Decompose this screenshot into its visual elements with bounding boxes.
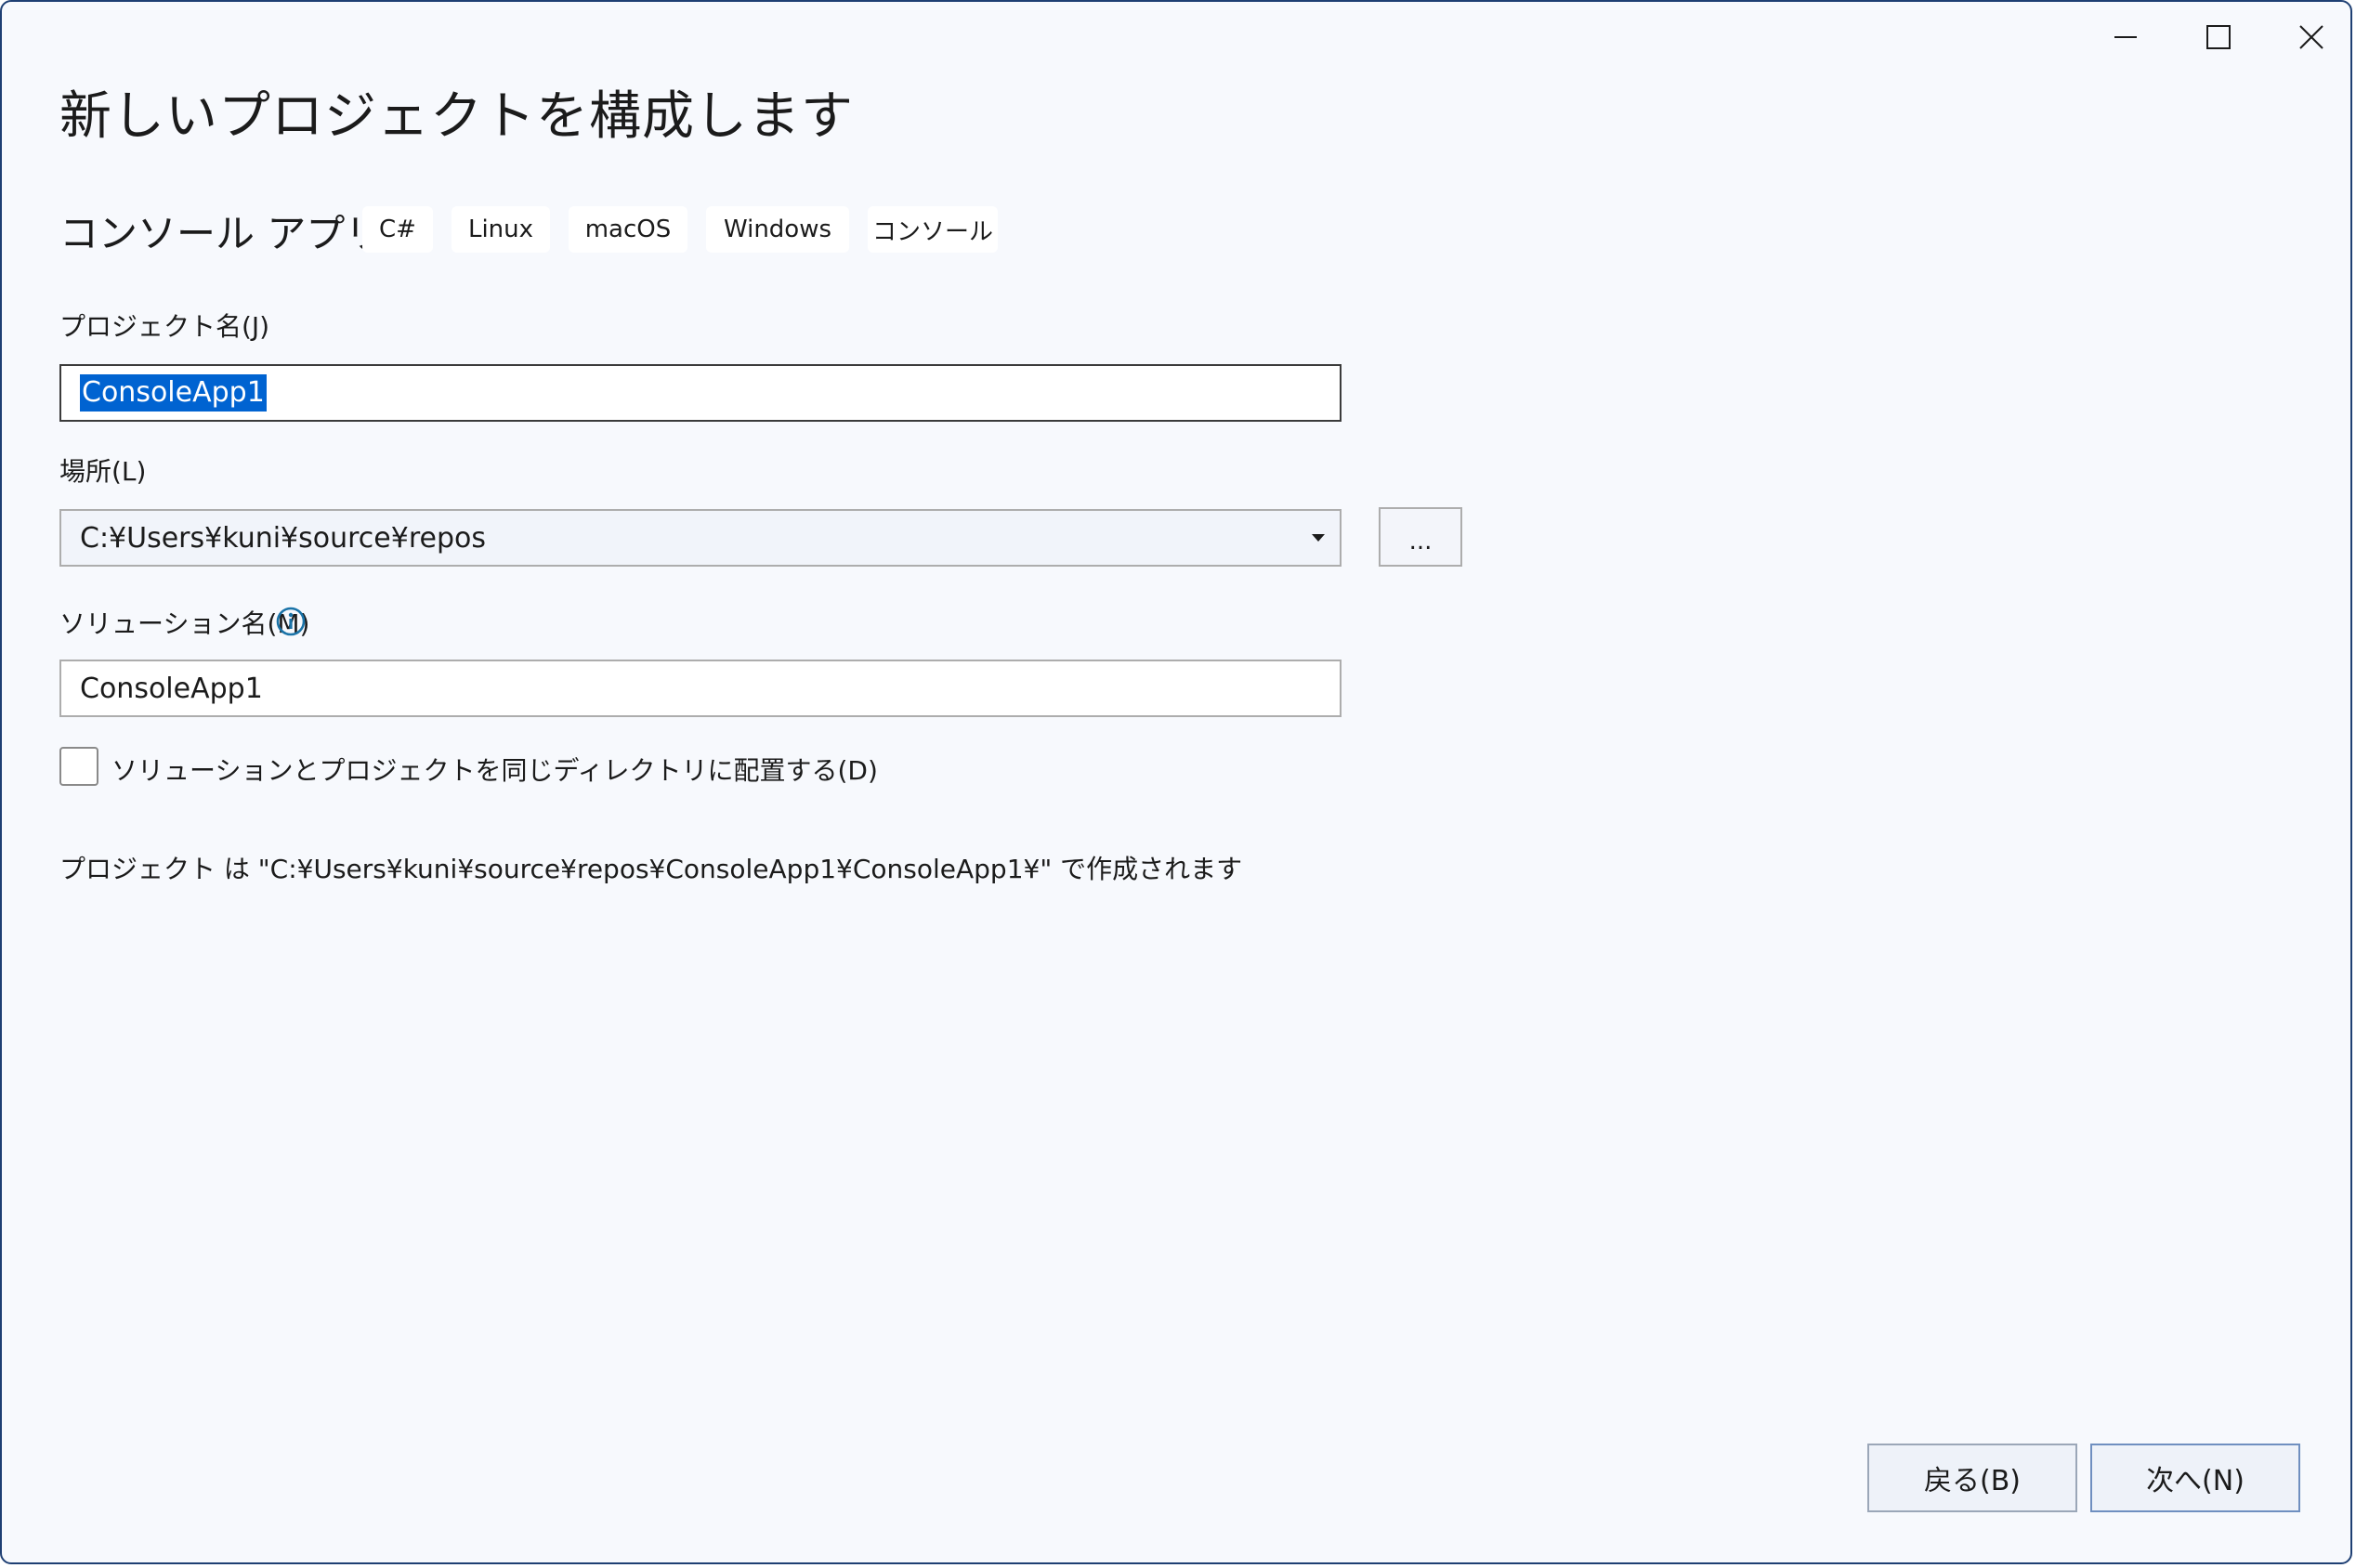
chevron-down-icon xyxy=(1312,534,1325,542)
back-button[interactable]: 戻る(B) xyxy=(1867,1444,2077,1512)
project-name-label: プロジェクト名(J) xyxy=(59,311,270,342)
browse-button[interactable]: ... xyxy=(1379,507,1462,567)
solution-name-label: ソリューション名(M) xyxy=(59,608,310,639)
template-name: コンソール アプリ xyxy=(59,211,385,256)
tag-windows: Windows xyxy=(706,206,849,253)
close-button[interactable] xyxy=(2265,2,2350,72)
dropdown-arrow-button[interactable] xyxy=(1304,511,1332,565)
minimize-button[interactable] xyxy=(2079,2,2172,72)
location-value: C:¥Users¥kuni¥source¥repos xyxy=(80,521,487,555)
tag-macos: macOS xyxy=(569,206,687,253)
tag-linux: Linux xyxy=(452,206,550,253)
maximize-button[interactable] xyxy=(2172,2,2265,72)
next-button[interactable]: 次へ(N) xyxy=(2090,1444,2300,1512)
tag-console: コンソール xyxy=(868,206,998,253)
same-directory-label[interactable]: ソリューションとプロジェクトを同じディレクトリに配置する(D) xyxy=(111,751,878,788)
location-label: 場所(L) xyxy=(59,456,147,487)
project-name-input[interactable]: ConsoleApp1 xyxy=(59,364,1342,422)
maximize-icon xyxy=(2206,25,2231,49)
minimize-icon xyxy=(2114,36,2137,38)
project-path-note: プロジェクト は "C:¥Users¥kuni¥source¥repos¥Con… xyxy=(59,854,1243,884)
solution-name-value: ConsoleApp1 xyxy=(80,672,263,705)
same-directory-checkbox[interactable] xyxy=(59,747,98,786)
tag-csharp: C# xyxy=(362,206,433,253)
close-icon xyxy=(2299,25,2323,49)
page-title: 新しいプロジェクトを構成します xyxy=(59,86,854,147)
dialog-window: 新しいプロジェクトを構成します コンソール アプリ C# Linux macOS… xyxy=(0,0,2352,1564)
info-icon[interactable] xyxy=(275,606,307,637)
solution-name-input[interactable]: ConsoleApp1 xyxy=(59,660,1342,717)
location-combobox[interactable]: C:¥Users¥kuni¥source¥repos xyxy=(59,509,1342,567)
project-name-value: ConsoleApp1 xyxy=(80,374,267,412)
